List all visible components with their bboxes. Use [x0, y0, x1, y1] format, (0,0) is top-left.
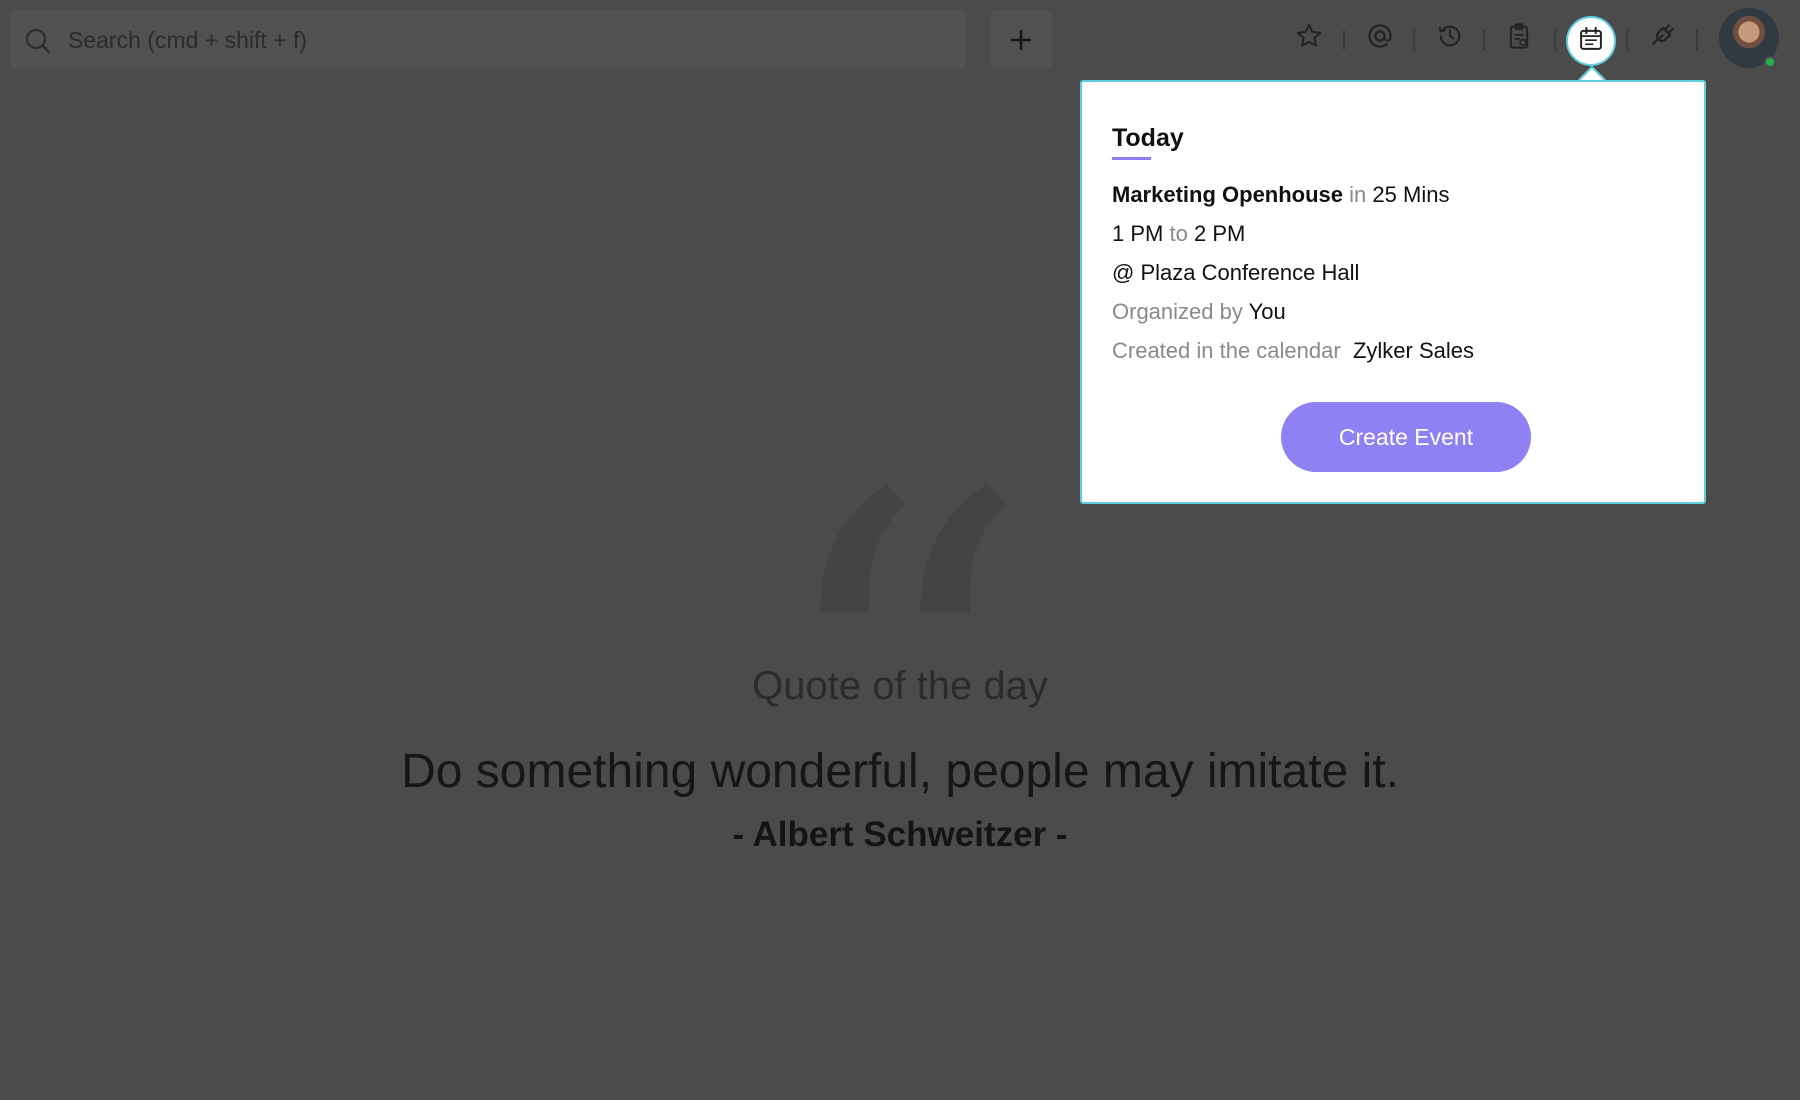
calendar-line: Created in the calendar Zylker Sales	[1112, 338, 1474, 364]
quote-label: Quote of the day	[752, 664, 1048, 708]
calendar-button[interactable]	[1566, 16, 1616, 66]
event-end-time: 2 PM	[1193, 221, 1246, 246]
presence-status-dot	[1764, 56, 1776, 68]
favorites-button[interactable]	[1293, 22, 1325, 54]
history-button[interactable]	[1434, 22, 1466, 54]
tasks-button[interactable]	[1503, 22, 1535, 54]
toolbar-divider	[1696, 30, 1698, 50]
calendar-name: Zylker Sales	[1352, 338, 1474, 363]
search-icon	[24, 27, 52, 55]
heading-underline	[1112, 157, 1151, 160]
event-start-time: 1 PM	[1112, 221, 1164, 246]
in-word: in	[1349, 182, 1367, 207]
calendar-icon	[1577, 25, 1605, 58]
clipboard-icon	[1505, 22, 1533, 55]
plug-icon	[1648, 22, 1676, 55]
to-word: to	[1169, 221, 1188, 246]
star-icon	[1295, 22, 1323, 55]
history-icon	[1436, 22, 1464, 55]
toolbar-divider	[1483, 30, 1485, 50]
event-countdown: 25 Mins	[1372, 182, 1450, 207]
organizer-line: Organized by You	[1112, 299, 1286, 325]
integrations-button[interactable]	[1646, 22, 1678, 54]
mentions-button[interactable]	[1364, 22, 1396, 54]
event-location: @ Plaza Conference Hall	[1112, 260, 1360, 285]
organizer-name: You	[1248, 299, 1286, 324]
toolbar-divider	[1554, 30, 1556, 50]
toolbar-divider	[1343, 30, 1345, 50]
add-button[interactable]	[990, 10, 1052, 69]
quote-text: Do something wonderful, people may imita…	[401, 745, 1399, 798]
create-event-button[interactable]: Create Event	[1281, 402, 1531, 472]
event-title[interactable]: Marketing Openhouse	[1112, 182, 1343, 207]
event-title-line[interactable]: Marketing Openhouse in 25 Mins	[1112, 182, 1449, 208]
plus-icon	[1009, 28, 1033, 52]
quote-author: - Albert Schweitzer -	[732, 815, 1068, 854]
event-time-line: 1 PM to 2 PM	[1112, 221, 1245, 247]
calendar-label: Created in the calendar	[1112, 338, 1341, 363]
organized-label: Organized by	[1112, 299, 1243, 324]
popup-heading: Today	[1112, 124, 1184, 152]
calendar-popup: Today Marketing Openhouse in 25 Mins 1 P…	[1080, 80, 1706, 504]
search-bar[interactable]: Search (cmd + shift + f)	[10, 10, 966, 69]
toolbar-divider	[1413, 30, 1415, 50]
mention-icon	[1366, 22, 1394, 55]
app-screen: Search (cmd + shift + f) “ Quote of the …	[0, 0, 1800, 1100]
toolbar-divider	[1626, 30, 1628, 50]
search-input[interactable]: Search (cmd + shift + f)	[68, 27, 307, 54]
